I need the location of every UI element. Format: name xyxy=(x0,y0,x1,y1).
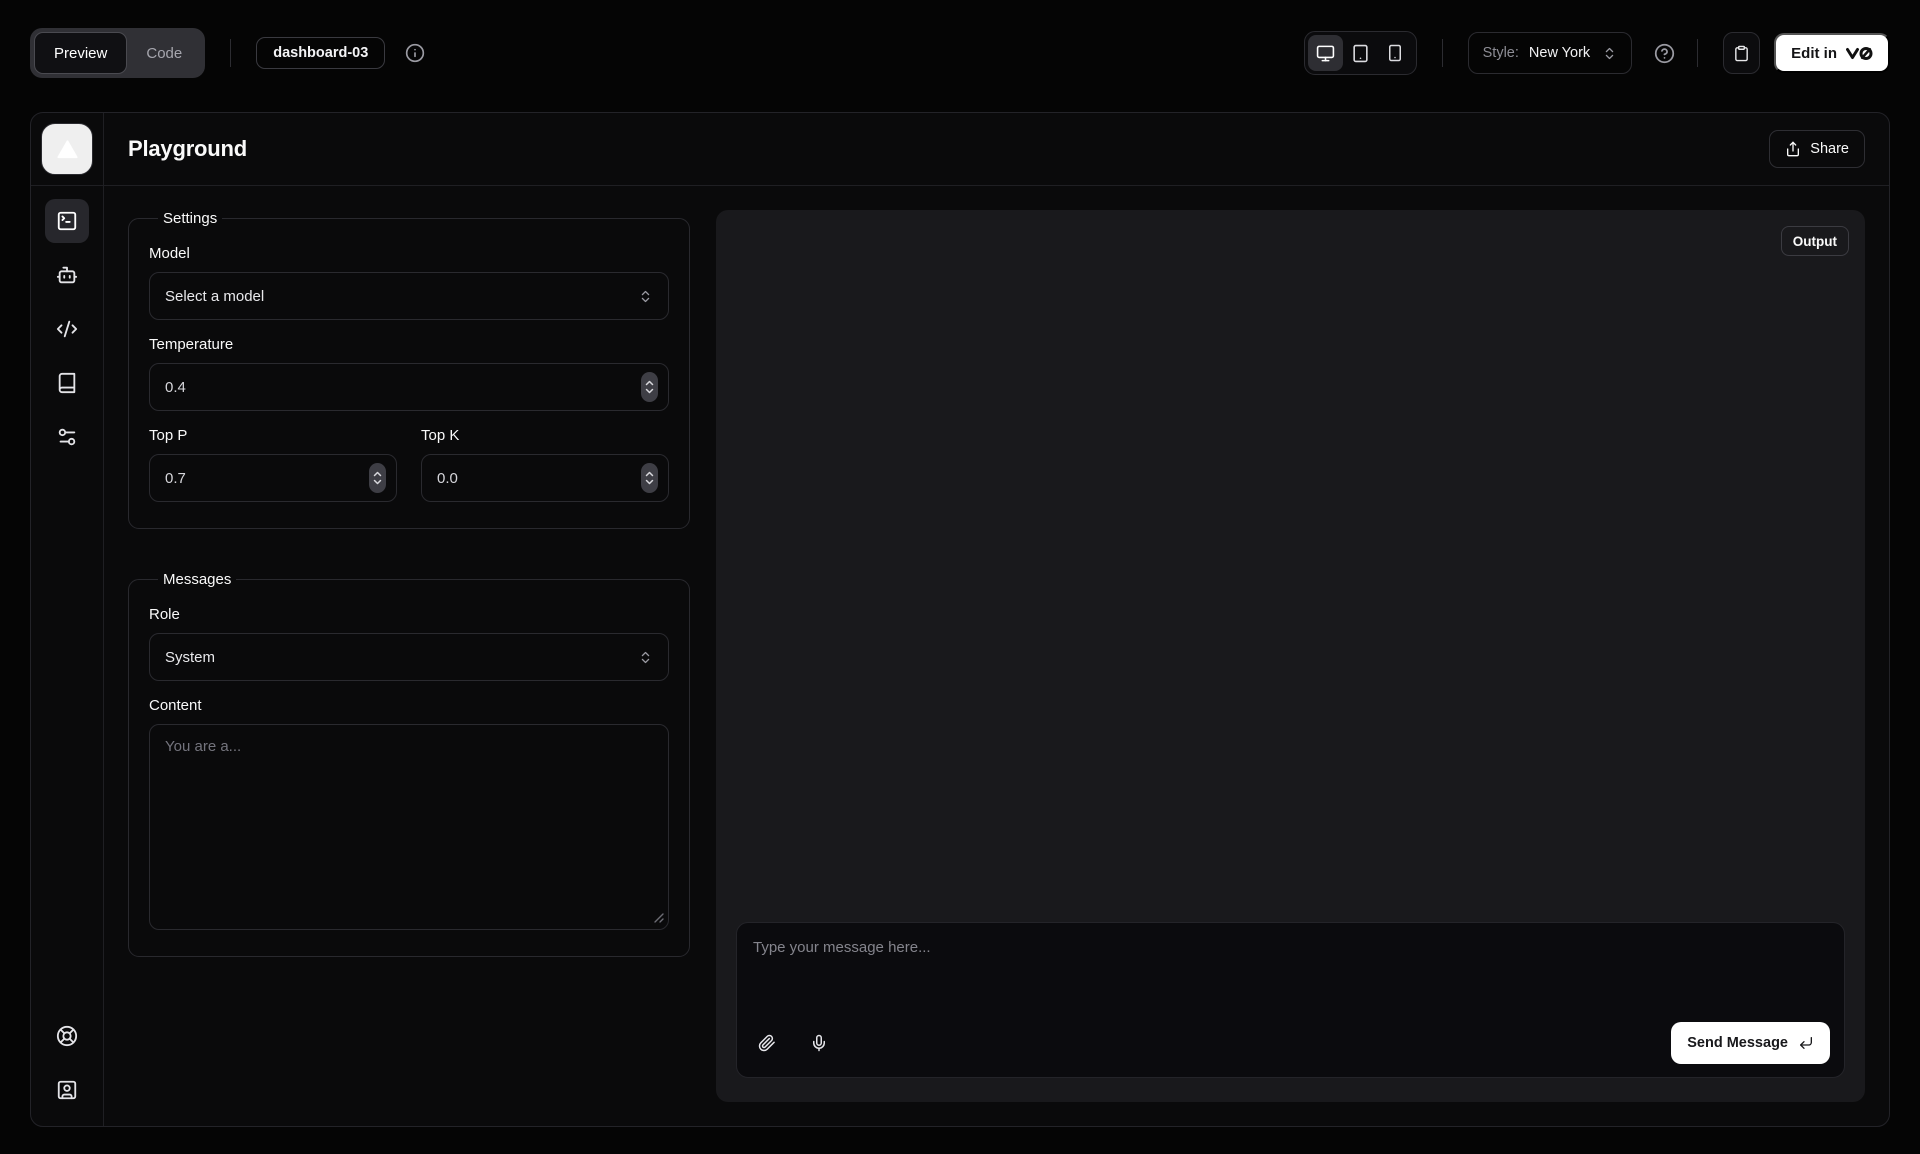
output-badge: Output xyxy=(1781,226,1849,256)
mic-icon xyxy=(810,1034,828,1052)
app-preview-frame: Playground Share xyxy=(30,112,1890,1127)
attach-file-button[interactable] xyxy=(747,1024,787,1062)
sidebar-item-account[interactable] xyxy=(45,1068,89,1112)
sidebar-item-settings[interactable] xyxy=(45,415,89,459)
life-buoy-icon xyxy=(56,1025,78,1047)
number-stepper-icon[interactable] xyxy=(641,372,658,402)
share-button[interactable]: Share xyxy=(1769,130,1865,168)
settings-sliders-icon xyxy=(56,426,78,448)
resize-grip-icon[interactable] xyxy=(654,913,664,923)
main-content: Settings Model Select a model Temperatur… xyxy=(104,186,1889,1126)
settings-group: Settings Model Select a model Temperatur… xyxy=(128,210,690,529)
help-icon[interactable] xyxy=(1654,43,1675,64)
top-p-label: Top P xyxy=(149,427,397,444)
role-label: Role xyxy=(149,606,669,623)
temperature-field xyxy=(149,363,669,411)
top-toolbar: Preview Code dashboard-03 xyxy=(0,0,1920,106)
send-message-label: Send Message xyxy=(1687,1035,1788,1051)
top-p-column: Top P xyxy=(149,411,397,502)
toolbar-right: Style: New York Edit in xyxy=(1304,31,1890,75)
settings-legend: Settings xyxy=(158,210,222,227)
temperature-input[interactable] xyxy=(149,363,669,411)
sidebar-item-help[interactable] xyxy=(45,1014,89,1058)
microphone-button[interactable] xyxy=(799,1024,839,1062)
number-stepper-icon[interactable] xyxy=(369,463,386,493)
logo-button[interactable] xyxy=(41,123,93,175)
tab-code[interactable]: Code xyxy=(127,32,201,74)
book-icon xyxy=(56,372,78,394)
send-message-button[interactable]: Send Message xyxy=(1671,1022,1830,1064)
tablet-icon xyxy=(1351,44,1370,63)
top-k-label: Top K xyxy=(421,427,669,444)
top-p-input[interactable] xyxy=(149,454,397,502)
v0-logo-icon xyxy=(1846,46,1873,61)
content-label: Content xyxy=(149,697,669,714)
model-select[interactable]: Select a model xyxy=(149,272,669,320)
view-mode-toggle: Preview Code xyxy=(30,28,205,78)
screen: Preview Code dashboard-03 xyxy=(0,0,1920,1154)
page-header: Playground Share xyxy=(104,113,1889,186)
chevrons-up-down-icon xyxy=(1602,46,1617,61)
message-input[interactable] xyxy=(737,923,1844,1015)
vercel-triangle-icon xyxy=(56,138,79,161)
divider xyxy=(1697,39,1698,67)
content-field xyxy=(149,724,669,930)
share-label: Share xyxy=(1810,141,1849,157)
square-user-icon xyxy=(56,1079,78,1101)
clipboard-icon xyxy=(1733,45,1750,62)
chevrons-up-down-icon xyxy=(638,650,653,665)
code-icon xyxy=(56,318,78,340)
number-stepper-icon[interactable] xyxy=(641,463,658,493)
top-p-k-row: Top P Top K xyxy=(149,411,669,502)
device-preview-toggle xyxy=(1304,31,1417,75)
content-textarea[interactable] xyxy=(149,724,669,930)
square-terminal-icon xyxy=(56,210,78,232)
sidebar-item-documentation[interactable] xyxy=(45,361,89,405)
role-select-value: System xyxy=(165,649,215,666)
style-select[interactable]: Style: New York xyxy=(1468,32,1633,74)
style-select-value: New York xyxy=(1529,45,1590,61)
top-p-field xyxy=(149,454,397,502)
model-select-value: Select a model xyxy=(165,288,264,305)
model-label: Model xyxy=(149,245,669,262)
bot-icon xyxy=(56,264,78,286)
divider xyxy=(1442,39,1443,67)
output-panel: Output xyxy=(716,210,1865,1102)
sidebar-logo-area xyxy=(31,113,104,186)
sidebar-item-playground[interactable] xyxy=(45,199,89,243)
share-icon xyxy=(1785,141,1801,157)
edit-in-v0-label: Edit in xyxy=(1791,45,1837,62)
sidebar-item-api[interactable] xyxy=(45,307,89,351)
messages-legend: Messages xyxy=(158,571,236,588)
top-k-column: Top K xyxy=(421,411,669,502)
chevrons-up-down-icon xyxy=(638,289,653,304)
tab-preview[interactable]: Preview xyxy=(34,32,127,74)
corner-down-left-icon xyxy=(1798,1035,1814,1051)
monitor-icon xyxy=(1316,44,1335,63)
copy-code-button[interactable] xyxy=(1723,32,1760,74)
role-select[interactable]: System xyxy=(149,633,669,681)
message-composer: Send Message xyxy=(736,922,1845,1078)
paperclip-icon xyxy=(758,1034,776,1052)
info-icon[interactable] xyxy=(405,43,425,63)
divider xyxy=(230,39,231,67)
top-k-field xyxy=(421,454,669,502)
messages-group: Messages Role System Content xyxy=(128,571,690,957)
style-select-label: Style: xyxy=(1483,45,1519,61)
mobile-view-button[interactable] xyxy=(1378,35,1413,71)
top-k-input[interactable] xyxy=(421,454,669,502)
tablet-view-button[interactable] xyxy=(1343,35,1378,71)
composer-toolbar: Send Message xyxy=(747,1022,1830,1064)
sidebar-nav xyxy=(31,186,104,1126)
desktop-view-button[interactable] xyxy=(1308,35,1343,71)
temperature-label: Temperature xyxy=(149,336,669,353)
sidebar-item-models[interactable] xyxy=(45,253,89,297)
edit-in-v0-button[interactable]: Edit in xyxy=(1774,33,1890,73)
page-title: Playground xyxy=(128,136,247,162)
smartphone-icon xyxy=(1386,44,1404,62)
configuration-column: Settings Model Select a model Temperatur… xyxy=(128,210,690,1102)
project-name-badge[interactable]: dashboard-03 xyxy=(256,37,385,69)
